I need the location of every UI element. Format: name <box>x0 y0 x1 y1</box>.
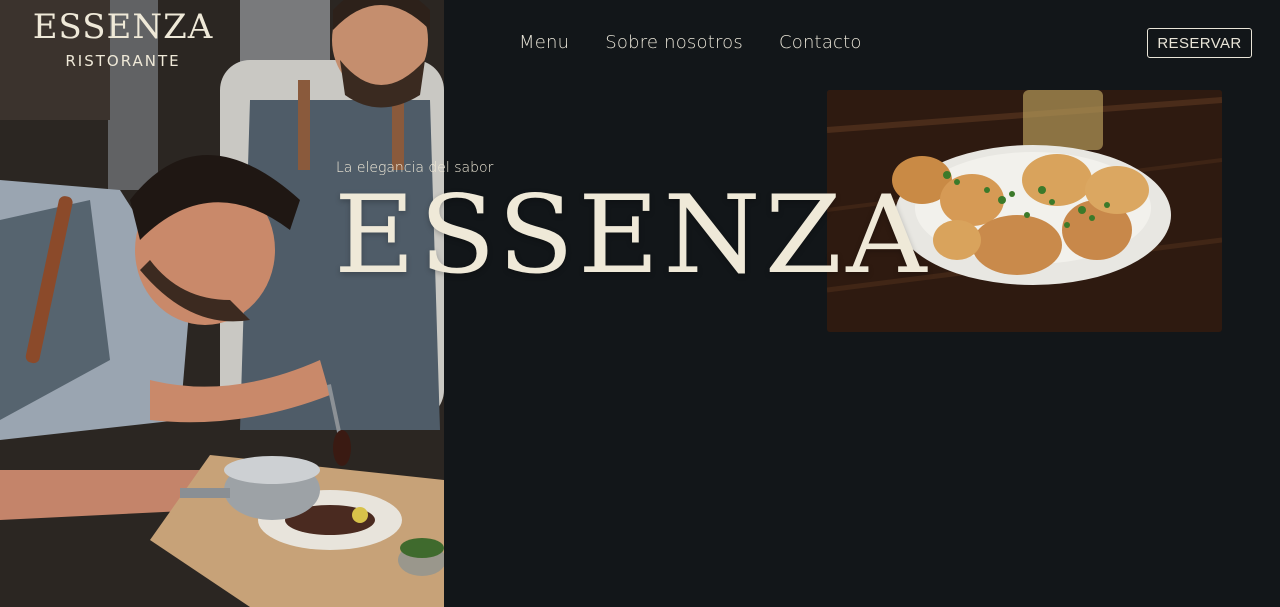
nav-link-menu[interactable]: Menu <box>519 32 569 53</box>
main-nav: Menu Sobre nosotros Contacto <box>519 32 862 53</box>
nav-link-sobre-nosotros[interactable]: Sobre nosotros <box>605 32 743 53</box>
chefs-hero-image <box>0 0 444 607</box>
brand-subtitle: RISTORANTE <box>65 52 181 70</box>
brand-name: ESSENZA <box>32 7 214 47</box>
nav-link-contacto[interactable]: Contacto <box>779 32 862 53</box>
reserve-button[interactable]: RESERVAR <box>1147 28 1252 58</box>
brand-logo[interactable]: ESSENZA RISTORANTE <box>32 8 214 70</box>
hero-title: ESSENZA <box>334 173 931 298</box>
landing-page: ESSENZA RISTORANTE Menu Sobre nosotros C… <box>0 0 1280 607</box>
